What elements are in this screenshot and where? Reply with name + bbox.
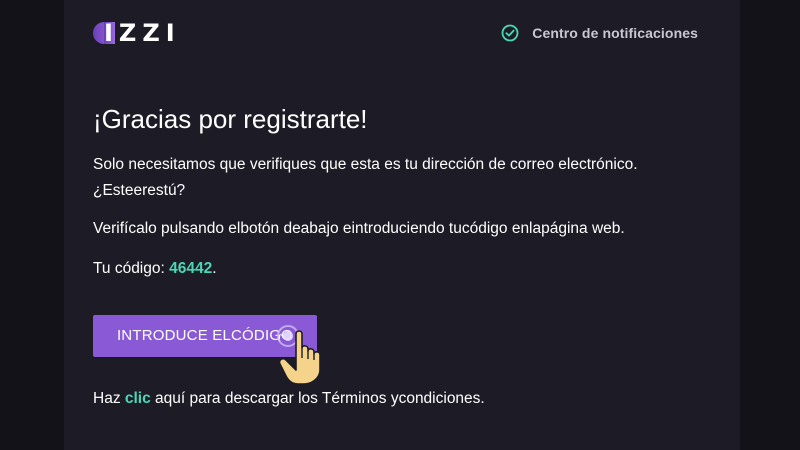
page-title: ¡Gracias por registrarte! <box>93 104 368 134</box>
verify-message: Solo necesitamos que verifiques que esta… <box>93 156 638 173</box>
check-circle-icon <box>501 24 519 42</box>
instruction-text: Verifícalo pulsando elbotón deabajo eint… <box>93 220 625 237</box>
verify-question: ¿Esteerestú? <box>93 182 186 199</box>
terms-link[interactable]: clic <box>125 390 151 407</box>
izzi-logo: IZZI <box>93 21 175 45</box>
pointing-hand-icon <box>277 325 321 385</box>
code-line: Tu código: 46442. <box>93 258 713 280</box>
logo-text: IZZI <box>93 21 175 45</box>
terms-suffix: aquí para descargar los Términos ycondic… <box>150 390 485 407</box>
notification-center[interactable]: Centro de notificaciones <box>501 22 698 44</box>
logo-wordmark: IZZI <box>104 19 181 47</box>
verification-code: 46442 <box>169 260 213 277</box>
terms-prefix: Haz <box>93 390 125 407</box>
code-label: Tu código: <box>93 260 170 277</box>
email-header: IZZI Centro de notificaciones <box>64 0 740 66</box>
notification-center-label[interactable]: Centro de notificaciones <box>532 25 698 41</box>
terms-line: Haz clic aquí para descargar los Término… <box>93 388 713 410</box>
email-container: IZZI Centro de notificaciones ¡Gracias p… <box>64 0 740 450</box>
page: IZZI Centro de notificaciones ¡Gracias p… <box>0 0 800 450</box>
code-suffix: . <box>212 260 217 277</box>
